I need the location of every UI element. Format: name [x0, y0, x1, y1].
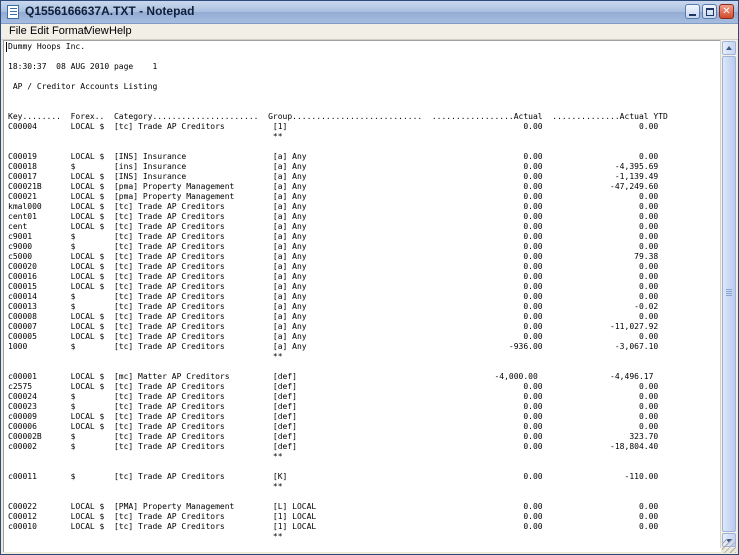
menu-file[interactable]: File — [9, 25, 27, 37]
menu-help[interactable]: Help — [109, 25, 132, 37]
arrow-up-icon — [726, 46, 732, 50]
title-bar[interactable]: Q1556166637A.TXT - Notepad ✕ — [1, 1, 738, 24]
menu-bar: File Edit Format View Help — [1, 24, 738, 40]
resize-grip-icon[interactable] — [722, 539, 736, 553]
minimize-button[interactable] — [685, 4, 700, 19]
maximize-button[interactable] — [702, 4, 717, 19]
window-title: Q1556166637A.TXT - Notepad — [25, 4, 195, 18]
document-text-area[interactable]: Dummy Hoops Inc. 18:30:37 08 AUG 2010 pa… — [3, 40, 721, 552]
notepad-icon[interactable] — [7, 5, 19, 19]
menu-format[interactable]: Format — [52, 25, 87, 37]
close-button[interactable]: ✕ — [719, 4, 734, 19]
notepad-window: Q1556166637A.TXT - Notepad ✕ File Edit F… — [0, 0, 739, 555]
text-cursor — [6, 42, 7, 52]
grip-icon — [726, 289, 732, 290]
menu-edit[interactable]: Edit — [30, 25, 49, 37]
menu-view[interactable]: View — [85, 25, 109, 37]
vertical-scrollbar[interactable] — [720, 40, 737, 548]
scroll-up-button[interactable] — [722, 41, 736, 55]
document-text[interactable]: Dummy Hoops Inc. 18:30:37 08 AUG 2010 pa… — [4, 41, 721, 542]
scrollbar-thumb[interactable] — [722, 56, 736, 532]
